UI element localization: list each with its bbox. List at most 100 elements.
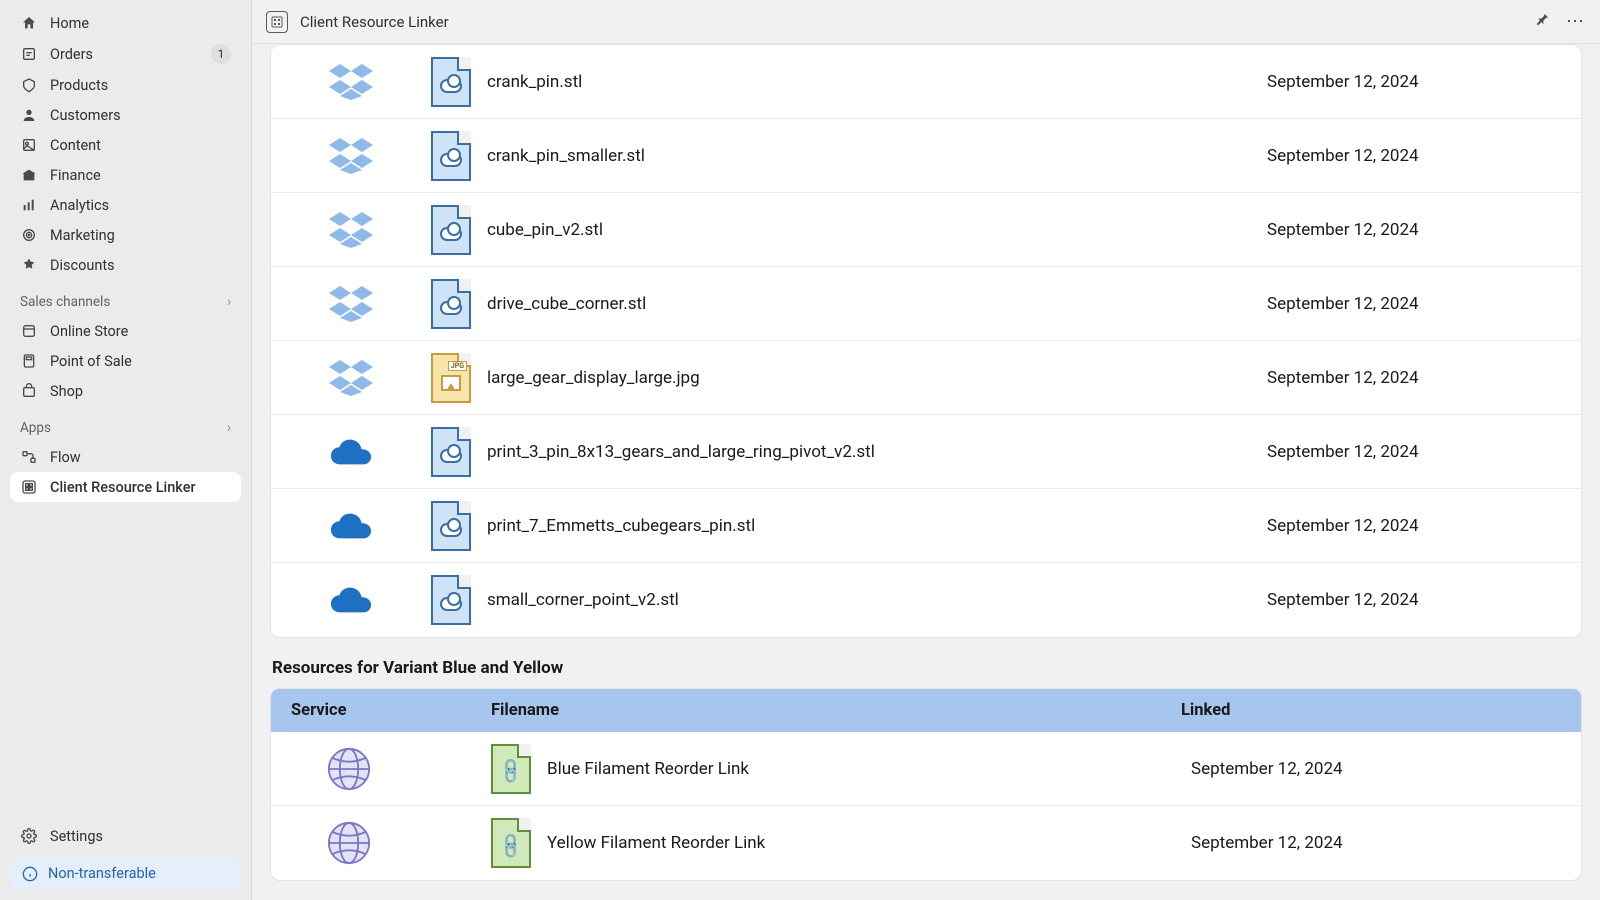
file-row[interactable]: crank_pin.stlSeptember 12, 2024	[271, 45, 1581, 119]
file-row[interactable]: crank_pin_smaller.stlSeptember 12, 2024	[271, 119, 1581, 193]
nav-label: Finance	[50, 167, 231, 184]
nav-label: Discounts	[50, 257, 231, 274]
files-panel: crank_pin.stlSeptember 12, 2024crank_pin…	[270, 44, 1582, 638]
file-name: large_gear_display_large.jpg	[487, 368, 700, 388]
sidebar-item-orders[interactable]: Orders1	[10, 38, 241, 70]
table-header: Service Filename Linked	[271, 689, 1581, 732]
cloud-file-icon	[431, 575, 471, 625]
sidebar-item-content[interactable]: Content	[10, 130, 241, 160]
analytics-icon	[20, 196, 38, 214]
discounts-icon	[20, 256, 38, 274]
dropbox-icon	[329, 208, 373, 252]
pin-icon[interactable]	[1534, 12, 1550, 32]
file-name: print_7_Emmetts_cubegears_pin.stl	[487, 516, 755, 536]
pos-icon	[20, 352, 38, 370]
dropbox-icon	[329, 282, 373, 326]
sales-channels-label: Sales channels	[20, 294, 110, 310]
nav-label: Shop	[50, 383, 231, 400]
nav-label: Online Store	[50, 323, 231, 340]
page-title: Client Resource Linker	[300, 13, 449, 31]
onedrive-icon	[329, 578, 373, 622]
main: Client Resource Linker ⋯ crank_pin.stlSe…	[252, 0, 1600, 900]
file-date: September 12, 2024	[1181, 833, 1561, 853]
file-name: drive_cube_corner.stl	[487, 294, 646, 314]
nav-label: Products	[50, 77, 231, 94]
sidebar-item-analytics[interactable]: Analytics	[10, 190, 241, 220]
nav-label: Flow	[50, 449, 231, 466]
finance-icon	[20, 166, 38, 184]
link-file-icon: 🔗	[491, 818, 531, 868]
home-icon	[20, 14, 38, 32]
file-name: Yellow Filament Reorder Link	[547, 833, 765, 853]
shop-icon	[20, 382, 38, 400]
sidebar-item-discounts[interactable]: Discounts	[10, 250, 241, 280]
onedrive-icon	[329, 504, 373, 548]
chevron-right-icon: ›	[227, 420, 231, 436]
variant-panel: Service Filename Linked 🔗 Blue Filament R…	[270, 688, 1582, 881]
content-icon	[20, 136, 38, 154]
col-service: Service	[291, 701, 491, 720]
file-name: small_corner_point_v2.stl	[487, 590, 679, 610]
file-date: September 12, 2024	[1181, 759, 1561, 779]
sidebar-item-online-store[interactable]: Online Store	[10, 316, 241, 346]
apps-label: Apps	[20, 420, 51, 436]
apps-header[interactable]: Apps ›	[0, 406, 251, 442]
sidebar-item-flow[interactable]: Flow	[10, 442, 241, 472]
marketing-icon	[20, 226, 38, 244]
dropbox-icon	[329, 60, 373, 104]
file-date: September 12, 2024	[1257, 442, 1557, 462]
file-name: crank_pin_smaller.stl	[487, 146, 645, 166]
app-icon	[266, 11, 288, 33]
file-name: crank_pin.stl	[487, 72, 582, 92]
variant-row[interactable]: 🔗 Yellow Filament Reorder Link September 1…	[271, 806, 1581, 880]
sidebar-item-shop[interactable]: Shop	[10, 376, 241, 406]
orders-icon	[20, 45, 38, 63]
gear-icon	[20, 827, 38, 845]
nav-label: Analytics	[50, 197, 231, 214]
dropbox-icon	[329, 356, 373, 400]
sidebar-item-customers[interactable]: Customers	[10, 100, 241, 130]
col-filename: Filename	[491, 701, 1181, 720]
file-date: September 12, 2024	[1257, 590, 1557, 610]
cloud-file-icon	[431, 279, 471, 329]
sidebar-item-point-of-sale[interactable]: Point of Sale	[10, 346, 241, 376]
file-row[interactable]: cube_pin_v2.stlSeptember 12, 2024	[271, 193, 1581, 267]
sidebar-item-client-resource-linker[interactable]: Client Resource Linker	[10, 472, 241, 502]
link-file-icon: 🔗	[491, 744, 531, 794]
customers-icon	[20, 106, 38, 124]
non-transferable-pill[interactable]: Non-transferable	[10, 857, 241, 890]
file-row[interactable]: drive_cube_corner.stlSeptember 12, 2024	[271, 267, 1581, 341]
file-row[interactable]: print_3_pin_8x13_gears_and_large_ring_pi…	[271, 415, 1581, 489]
sidebar-item-settings[interactable]: Settings	[10, 821, 241, 851]
nav-label: Home	[50, 15, 231, 32]
file-date: September 12, 2024	[1257, 220, 1557, 240]
nav-label: Content	[50, 137, 231, 154]
nav-label: Client Resource Linker	[50, 479, 231, 496]
variant-section-title: Resources for Variant Blue and Yellow	[272, 658, 1582, 678]
more-icon[interactable]: ⋯	[1566, 11, 1586, 32]
cloud-file-icon	[431, 501, 471, 551]
file-row[interactable]: small_corner_point_v2.stl September 12, 2…	[271, 563, 1581, 637]
web-icon	[327, 747, 371, 791]
titlebar: Client Resource Linker ⋯	[252, 0, 1600, 44]
onedrive-icon	[329, 430, 373, 474]
nav-label: Point of Sale	[50, 353, 231, 370]
cloud-file-icon	[431, 131, 471, 181]
sidebar-item-finance[interactable]: Finance	[10, 160, 241, 190]
file-name: Blue Filament Reorder Link	[547, 759, 749, 779]
sales-channels-header[interactable]: Sales channels ›	[0, 280, 251, 316]
dropbox-icon	[329, 134, 373, 178]
sidebar-item-home[interactable]: Home	[10, 8, 241, 38]
sidebar-item-products[interactable]: Products	[10, 70, 241, 100]
variant-row[interactable]: 🔗 Blue Filament Reorder Link September 12,…	[271, 732, 1581, 806]
info-icon	[22, 866, 38, 882]
file-row[interactable]: print_7_Emmetts_cubegears_pin.stlSeptemb…	[271, 489, 1581, 563]
cloud-file-icon	[431, 427, 471, 477]
file-name: print_3_pin_8x13_gears_and_large_ring_pi…	[487, 442, 875, 462]
jpg-file-icon: JPG	[431, 353, 471, 403]
non-transferable-label: Non-transferable	[48, 865, 156, 882]
sidebar-item-marketing[interactable]: Marketing	[10, 220, 241, 250]
cloud-file-icon	[431, 205, 471, 255]
settings-label: Settings	[50, 828, 231, 845]
file-row[interactable]: JPGlarge_gear_display_large.jpgSeptember…	[271, 341, 1581, 415]
